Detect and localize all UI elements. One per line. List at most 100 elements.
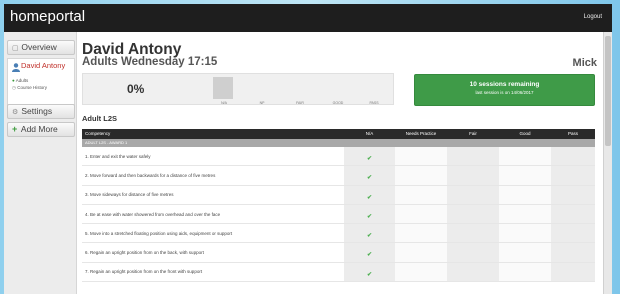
logout-link[interactable]: Logout: [584, 14, 602, 20]
check-icon: ✔: [366, 175, 373, 182]
na-cell[interactable]: ✔: [344, 262, 395, 282]
good-cell[interactable]: [499, 243, 551, 262]
fair-cell[interactable]: [447, 262, 499, 282]
competency-cell: 5. Move into a stretched floating positi…: [85, 230, 233, 236]
overview-icon: ▢: [12, 45, 19, 52]
add-more-button[interactable]: + Add More: [7, 122, 75, 137]
active-dot-icon: ●: [12, 78, 15, 83]
overview-button[interactable]: ▢ Overview: [7, 40, 75, 55]
bar-label-good: GOOD: [332, 101, 344, 105]
competency-cell: 6. Regain an upright position from on th…: [85, 250, 204, 256]
col-na: N/A: [365, 131, 374, 136]
competency-cell: 4. Be at ease with water showered from o…: [85, 211, 221, 217]
link-course-history[interactable]: ◷ Course History: [12, 85, 47, 91]
good-cell[interactable]: [499, 147, 551, 166]
app-window: homeportal Logout ▢ Overview David Anton…: [4, 4, 612, 294]
bar-label-pass: PASS: [369, 101, 379, 105]
bar-label-na: N/A: [221, 101, 227, 105]
progress-chart: N/A NP FAIR GOOD PASS: [209, 77, 385, 105]
na-cell[interactable]: ✔: [344, 166, 395, 185]
scrollbar-thumb[interactable]: [605, 36, 611, 146]
bar-label-fair: FAIR: [296, 101, 304, 105]
plus-icon: +: [12, 124, 18, 134]
table-row: 3. Move sideways for distance of five me…: [82, 185, 595, 205]
check-icon: ✔: [366, 252, 373, 259]
fair-cell[interactable]: [447, 185, 499, 204]
competency-cell: 7. Regain an upright position from on th…: [85, 269, 203, 275]
good-cell[interactable]: [499, 204, 551, 224]
brand-logo: homeportal: [10, 8, 86, 25]
na-cell[interactable]: ✔: [344, 243, 395, 262]
good-cell[interactable]: [499, 166, 551, 185]
needs-practice-cell[interactable]: [395, 262, 447, 282]
needs-practice-cell[interactable]: [395, 224, 447, 243]
competency-table: Competency N/A Needs Practice Fair Good …: [82, 129, 595, 283]
needs-practice-cell[interactable]: [395, 166, 447, 185]
link-adults[interactable]: ● Adults: [12, 78, 28, 83]
good-cell[interactable]: [499, 224, 551, 243]
pass-cell[interactable]: [551, 204, 595, 224]
progress-panel: 0% N/A NP FAIR GOOD PASS: [82, 73, 394, 105]
competency-cell: 2. Move forward and then backwards for a…: [85, 172, 216, 178]
table-header: Competency N/A Needs Practice Fair Good …: [82, 129, 595, 139]
check-icon: ✔: [366, 213, 373, 220]
pass-cell[interactable]: [551, 185, 595, 204]
pass-cell[interactable]: [551, 262, 595, 282]
pass-cell[interactable]: [551, 166, 595, 185]
link-adults-label: Adults: [15, 78, 29, 83]
na-cell[interactable]: ✔: [344, 224, 395, 243]
class-time: Adults Wednesday 17:15: [82, 56, 218, 68]
check-icon: ✔: [366, 156, 373, 162]
col-needs-practice: Needs Practice: [405, 131, 437, 136]
good-cell[interactable]: [499, 262, 551, 282]
sessions-remaining: 10 sessions remaining: [469, 81, 540, 88]
top-bar: homeportal Logout: [4, 4, 612, 32]
needs-practice-cell[interactable]: [395, 243, 447, 262]
teacher-name: Mick: [572, 57, 597, 69]
na-cell[interactable]: ✔: [344, 147, 395, 166]
settings-label: Settings: [21, 106, 53, 116]
col-pass: Pass: [567, 131, 578, 136]
fair-cell[interactable]: [447, 147, 499, 166]
fair-cell[interactable]: [447, 166, 499, 185]
vertical-scrollbar[interactable]: [603, 32, 612, 294]
check-icon: ✔: [366, 233, 373, 240]
check-icon: ✔: [366, 194, 373, 201]
na-cell[interactable]: ✔: [344, 185, 395, 204]
settings-button[interactable]: ⚙ Settings: [7, 104, 75, 119]
needs-practice-cell[interactable]: [395, 204, 447, 224]
student-card[interactable]: David Antony ● Adults ◷ Course History: [7, 58, 75, 106]
table-row: 1. Enter and exit the water safely ✔: [82, 147, 595, 167]
table-row: 5. Move into a stretched floating positi…: [82, 224, 595, 244]
add-more-label: Add More: [20, 124, 58, 134]
na-cell[interactable]: ✔: [344, 204, 395, 224]
sidebar: ▢ Overview David Antony ● Adults ◷ Cours…: [4, 32, 77, 294]
fair-cell[interactable]: [447, 224, 499, 243]
gear-icon: ⚙: [12, 109, 19, 116]
level-title: Adult L2S: [82, 114, 117, 123]
col-good: Good: [519, 131, 531, 136]
check-icon: ✔: [366, 271, 373, 278]
fair-cell[interactable]: [447, 204, 499, 224]
good-cell[interactable]: [499, 185, 551, 204]
pass-cell[interactable]: [551, 224, 595, 243]
table-row: 4. Be at ease with water showered from o…: [82, 204, 595, 225]
needs-practice-cell[interactable]: [395, 185, 447, 204]
progress-percent: 0%: [127, 82, 145, 96]
sessions-panel: 10 sessions remaining last session is on…: [414, 74, 595, 106]
fair-cell[interactable]: [447, 243, 499, 262]
table-row: 2. Move forward and then backwards for a…: [82, 166, 595, 186]
col-competency: Competency: [85, 131, 111, 136]
competency-cell: 1. Enter and exit the water safely: [85, 153, 151, 159]
pass-cell[interactable]: [551, 243, 595, 262]
needs-practice-cell[interactable]: [395, 147, 447, 166]
pass-cell[interactable]: [551, 147, 595, 166]
bar-label-np: NP: [259, 101, 265, 105]
table-row: 6. Regain an upright position from on th…: [82, 243, 595, 263]
student-name-link[interactable]: David Antony: [21, 62, 69, 70]
history-icon: ◷: [12, 85, 16, 90]
col-fair: Fair: [469, 131, 477, 136]
user-icon: [12, 63, 20, 72]
progress-bar-na: [213, 77, 233, 99]
main-content: David Antony Adults Wednesday 17:15 Mick…: [77, 32, 603, 294]
